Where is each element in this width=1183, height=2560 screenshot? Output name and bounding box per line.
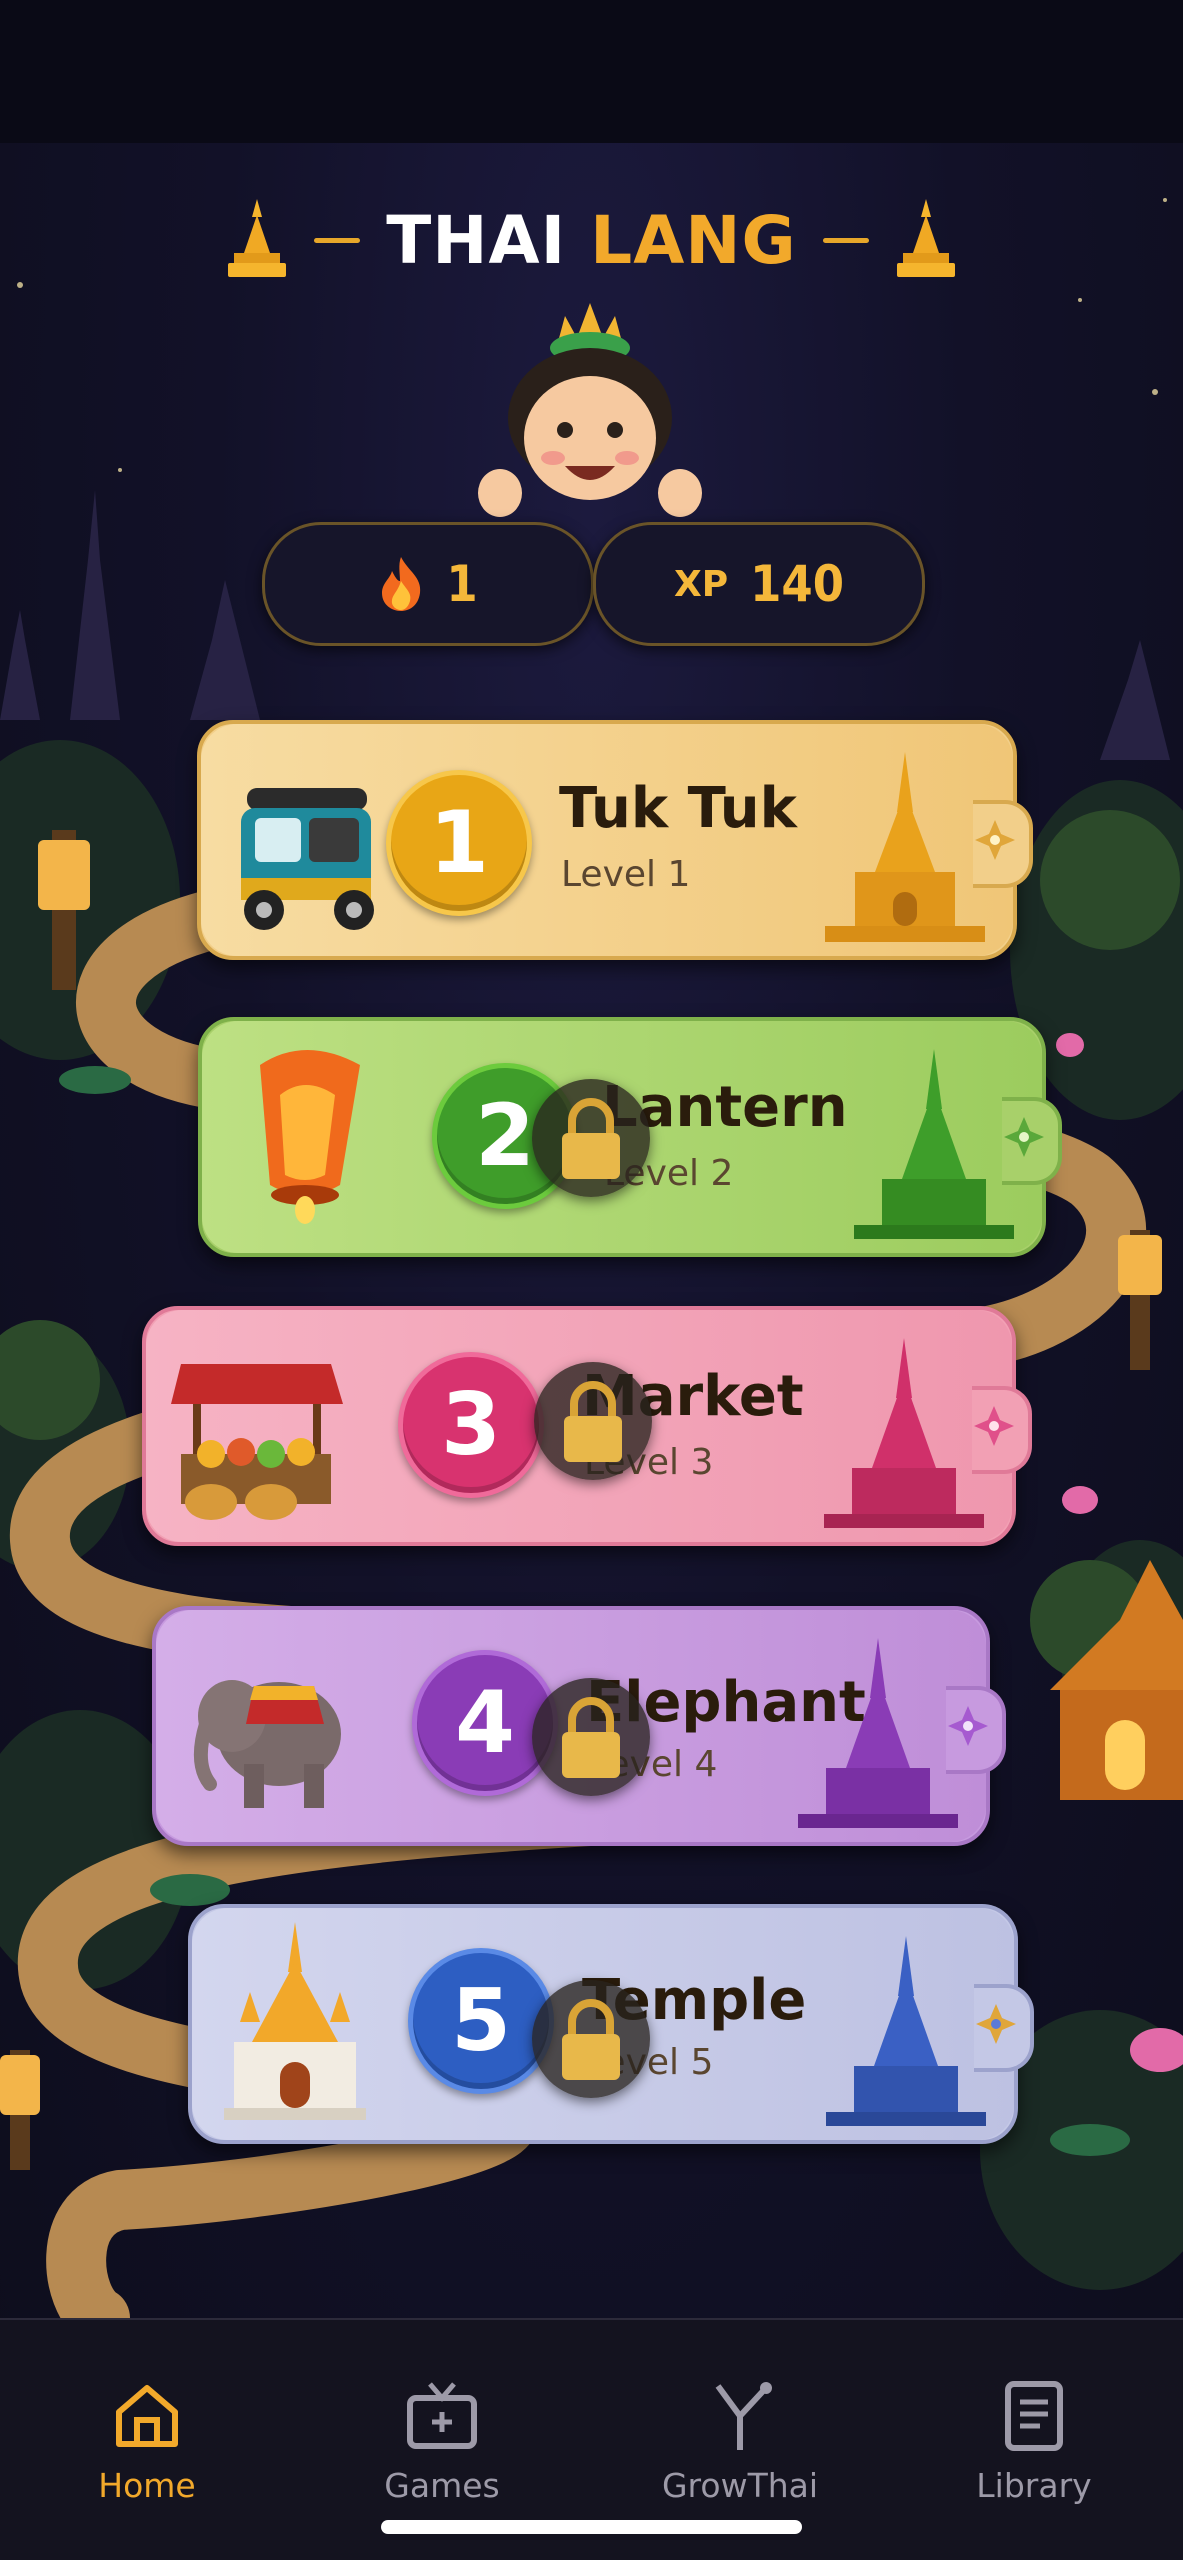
xp-counter[interactable]: XP 140 <box>593 522 925 646</box>
streak-value: 1 <box>446 555 478 613</box>
level-badge-1: 1 <box>386 770 532 916</box>
flower-ornament-icon <box>976 2004 1016 2044</box>
app-screen: THAI LANG 1 XP 140 1 Tuk Tuk Level 1 2 L… <box>0 0 1183 2560</box>
home-icon <box>116 2385 178 2447</box>
lock-overlay-3 <box>534 1362 652 1480</box>
level-card-4[interactable]: 4 Elephant Level 4 <box>152 1606 1006 1846</box>
flower-ornament-icon <box>975 820 1015 860</box>
flower-ornament-icon <box>1004 1117 1044 1157</box>
stupa-icon <box>228 199 287 277</box>
sprout-icon <box>715 2382 772 2450</box>
level-badge-3: 3 <box>398 1352 544 1498</box>
lantern-icon <box>260 1050 360 1224</box>
flower-ornament-icon <box>948 1706 988 1746</box>
title-dash <box>314 237 361 243</box>
book-icon <box>1005 2381 1063 2451</box>
level-label-1: Level 1 <box>561 854 691 895</box>
level-name-1: Tuk Tuk <box>559 776 797 841</box>
flower-ornament-icon <box>974 1406 1014 1446</box>
mascot-avatar[interactable] <box>465 298 715 528</box>
fire-icon <box>382 557 421 611</box>
temple-silhouette-icon <box>798 1638 958 1828</box>
temple-silhouette-icon <box>824 1338 984 1528</box>
lock-overlay-5 <box>532 1980 650 2098</box>
lock-icon <box>562 1999 620 2080</box>
nav-games[interactable]: Games <box>342 2380 542 2530</box>
title-dash <box>822 237 869 243</box>
temple-silhouette-icon <box>826 1936 986 2126</box>
nav-label-games: Games <box>384 2466 500 2505</box>
lock-icon <box>562 1098 620 1179</box>
lock-overlay-4 <box>532 1678 650 1796</box>
app-header: THAI LANG <box>0 195 1183 285</box>
status-bar <box>0 0 1183 143</box>
tv-icon <box>407 2382 477 2449</box>
lock-overlay-2 <box>532 1079 650 1197</box>
nav-home[interactable]: Home <box>47 2380 247 2530</box>
level-card-3[interactable]: 3 Market Level 3 <box>142 1306 1032 1546</box>
nav-label-growthai: GrowThai <box>661 2466 819 2505</box>
temple-silhouette-icon <box>825 752 985 942</box>
app-title: THAI LANG <box>386 201 797 279</box>
level-card-2[interactable]: 2 Lantern Level 2 <box>198 1017 1062 1257</box>
elephant-icon <box>193 1680 341 1808</box>
nav-label-library: Library <box>976 2466 1092 2505</box>
nav-growthai[interactable]: GrowThai <box>640 2380 840 2530</box>
stupa-icon <box>896 199 955 277</box>
xp-value: 140 <box>750 555 845 613</box>
lock-icon <box>564 1381 622 1462</box>
temple-icon <box>224 1922 366 2120</box>
xp-label: XP <box>673 563 729 605</box>
nav-library[interactable]: Library <box>934 2380 1134 2530</box>
tuk-tuk-icon <box>241 788 374 930</box>
streak-counter[interactable]: 1 <box>262 522 594 646</box>
market-stall-icon <box>171 1364 343 1520</box>
lock-icon <box>562 1697 620 1778</box>
temple-silhouette-icon <box>854 1049 1014 1239</box>
home-indicator <box>381 2520 802 2534</box>
level-card-1[interactable]: 1 Tuk Tuk Level 1 <box>197 720 1033 960</box>
nav-label-home: Home <box>98 2466 196 2505</box>
level-card-5[interactable]: 5 Temple Level 5 <box>188 1904 1034 2144</box>
